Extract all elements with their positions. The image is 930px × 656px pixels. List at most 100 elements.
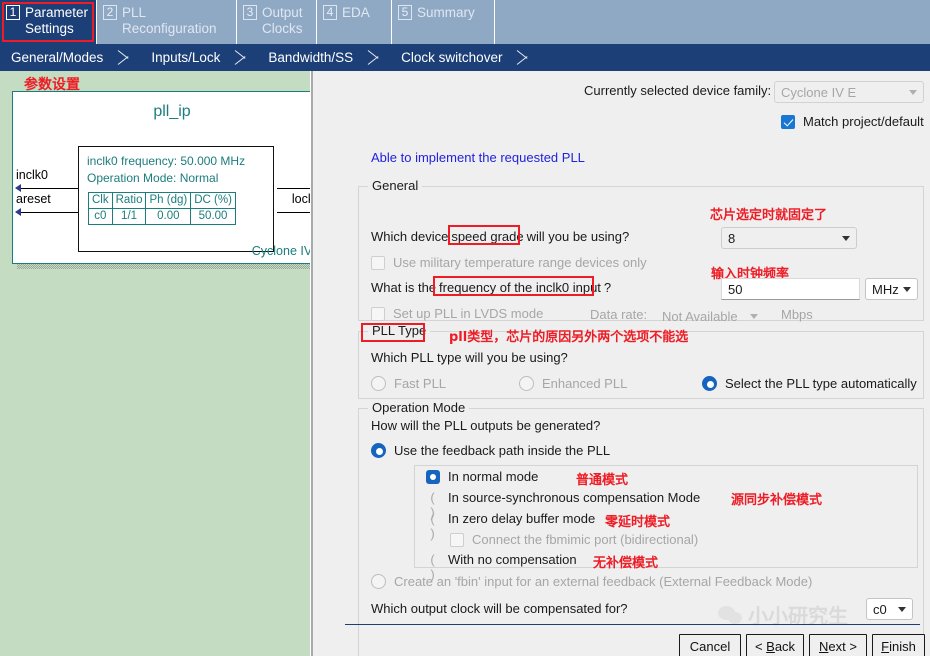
- feedback-internal-row[interactable]: Use the feedback path inside the PLL: [371, 443, 610, 458]
- speed-grade-question-pre: Which device: [371, 229, 449, 244]
- sub-tab-general-modes[interactable]: General/Modes: [0, 50, 112, 65]
- cancel-button[interactable]: Cancel: [679, 634, 741, 656]
- frequency-question-row: What is the frequency of the inclk0 inpu…: [371, 280, 611, 295]
- external-feedback-label: Create an 'fbin' input for an external f…: [394, 574, 813, 589]
- pll-type-option-fast[interactable]: Fast PLL: [371, 376, 446, 391]
- chevron-down-icon: [903, 287, 911, 292]
- mode-normal-radio[interactable]: [426, 469, 440, 484]
- mode-zero-delay-radio[interactable]: ( ): [426, 511, 440, 541]
- military-temperature-checkbox[interactable]: [371, 255, 385, 270]
- sub-tab-clock-switchover[interactable]: Clock switchover: [390, 50, 511, 65]
- sub-tab-strip: General/Modes Inputs/Lock Bandwidth/SS C…: [0, 44, 930, 71]
- chevron-right-icon: [362, 44, 390, 71]
- external-feedback-radio[interactable]: [371, 574, 386, 589]
- fast-pll-radio[interactable]: [371, 376, 386, 391]
- compensated-clock-value: c0: [873, 601, 887, 617]
- mode-no-compensation-row[interactable]: ( ) With no compensation: [426, 552, 576, 582]
- wizard-tab-strip: 1 Parameter Settings 2 PLL Reconfigurati…: [0, 0, 930, 44]
- back-button-label: < Back: [754, 638, 796, 654]
- data-rate-label: Data rate:: [590, 307, 648, 322]
- diagram-clock-table: Clk Ratio Ph (dg) DC (%) c0 1/1 0.00 50.…: [88, 192, 236, 225]
- mode-normal-row[interactable]: In normal mode: [426, 469, 538, 484]
- finish-button[interactable]: Finish: [872, 634, 925, 656]
- wizard-tab-number: 2: [103, 5, 117, 20]
- match-project-row[interactable]: Match project/default: [781, 114, 924, 129]
- lvds-label: Set up PLL in LVDS mode: [393, 306, 544, 321]
- diagram-arrowhead-areset: [15, 208, 21, 216]
- frequency-value: 50: [728, 281, 743, 297]
- data-rate-row: Data rate:: [590, 307, 647, 322]
- diagram-arrowhead-inclk0: [15, 184, 21, 192]
- mode-source-sync-radio[interactable]: ( ): [426, 490, 440, 520]
- sub-tab-inputs-lock[interactable]: Inputs/Lock: [140, 50, 229, 65]
- auto-pll-radio[interactable]: [702, 376, 717, 391]
- pll-type-option-auto[interactable]: Select the PLL type automatically: [702, 376, 917, 391]
- wizard-tab-output-clocks[interactable]: 3 Output Clocks: [237, 0, 317, 44]
- wizard-tab-label: Summary: [417, 5, 475, 20]
- fbmimic-label: Connect the fbmimic port (bidirectional): [472, 532, 699, 547]
- frequency-input[interactable]: 50: [721, 278, 860, 300]
- table-header-cell: Ph (dg): [145, 192, 192, 209]
- mode-source-sync-label: In source-synchronous compensation Mode: [448, 490, 701, 505]
- chevron-right-icon: [511, 44, 539, 71]
- next-button[interactable]: Next >: [809, 634, 867, 656]
- mode-zero-delay-label: In zero delay buffer mode: [448, 511, 596, 526]
- pll-type-option-enhanced[interactable]: Enhanced PLL: [519, 376, 627, 391]
- frequency-question-pre: What is the: [371, 280, 437, 295]
- fbmimic-row[interactable]: Connect the fbmimic port (bidirectional): [450, 532, 698, 547]
- pll-megawizard-window: 1 Parameter Settings 2 PLL Reconfigurati…: [0, 0, 930, 656]
- table-header-cell: Ratio: [111, 192, 147, 209]
- speed-grade-annotation: 芯片选定时就固定了: [710, 208, 828, 223]
- external-feedback-row[interactable]: Create an 'fbin' input for an external f…: [371, 574, 812, 589]
- compensated-clock-dropdown[interactable]: c0: [866, 598, 913, 620]
- fbmimic-checkbox[interactable]: [450, 532, 464, 547]
- wizard-tab-label: PLL Reconfiguration: [122, 5, 217, 36]
- mode-no-compensation-annotation: 无补偿模式: [593, 556, 659, 571]
- wizard-tab-number: 4: [323, 5, 337, 20]
- wizard-tab-parameter-settings[interactable]: 1 Parameter Settings: [0, 0, 97, 44]
- data-rate-dropdown[interactable]: Not Available: [656, 305, 764, 327]
- table-cell: 50.00: [190, 208, 236, 225]
- frequency-unit-dropdown[interactable]: MHz: [865, 278, 918, 300]
- frequency-unit-value: MHz: [872, 281, 899, 297]
- sub-tab-bandwidth-ss[interactable]: Bandwidth/SS: [257, 50, 362, 65]
- pll-type-question-row: Which PLL type will you be using?: [371, 350, 568, 365]
- military-temperature-row[interactable]: Use military temperature range devices o…: [371, 255, 647, 270]
- table-cell: 0.00: [145, 208, 192, 225]
- wizard-tab-strip-filler: [495, 0, 930, 44]
- feedback-internal-radio[interactable]: [371, 443, 386, 458]
- back-button[interactable]: < Back: [746, 634, 804, 656]
- general-groupbox: General: [358, 178, 924, 321]
- lvds-row[interactable]: Set up PLL in LVDS mode: [371, 306, 543, 321]
- diagram-info-frequency: inclk0 frequency: 50.000 MHz: [87, 154, 246, 168]
- data-rate-value: Not Available: [662, 308, 738, 324]
- auto-pll-label: Select the PLL type automatically: [725, 376, 917, 391]
- wizard-tab-label: Output Clocks: [262, 5, 303, 36]
- lvds-checkbox[interactable]: [371, 306, 385, 321]
- device-family-value: Cyclone IV E: [781, 84, 857, 100]
- wizard-tab-eda[interactable]: 4 EDA: [317, 0, 392, 44]
- wizard-tab-pll-reconfiguration[interactable]: 2 PLL Reconfiguration: [97, 0, 237, 44]
- chevron-right-icon: [229, 44, 257, 71]
- mode-zero-delay-row[interactable]: ( ) In zero delay buffer mode: [426, 511, 596, 541]
- diagram-port-locked: locked: [291, 192, 310, 206]
- next-button-label: Next >: [819, 638, 857, 654]
- cancel-button-label: Cancel: [689, 638, 731, 654]
- status-message: Able to implement the requested PLL: [371, 150, 585, 165]
- table-row: c0 1/1 0.00 50.00: [88, 208, 236, 225]
- pll-type-groupbox-title: PLL Type: [368, 323, 431, 338]
- device-family-dropdown[interactable]: Cyclone IV E: [774, 81, 924, 103]
- frequency-question-post: ?: [603, 280, 612, 295]
- diagram-info-mode: Operation Mode: Normal: [87, 171, 219, 185]
- block-diagram-panel: 参数设置 pll_ip inclk0 areset c0 locked incl…: [0, 71, 310, 656]
- wizard-tab-summary[interactable]: 5 Summary: [392, 0, 495, 44]
- speed-grade-dropdown[interactable]: 8: [721, 227, 857, 249]
- diagram-wire-locked: [277, 212, 310, 213]
- chevron-right-icon: [112, 44, 140, 71]
- mode-no-compensation-radio[interactable]: ( ): [426, 552, 440, 582]
- feedback-internal-label: Use the feedback path inside the PLL: [394, 443, 611, 458]
- wizard-tab-label: EDA: [342, 5, 370, 20]
- enhanced-pll-radio[interactable]: [519, 376, 534, 391]
- match-project-checkbox[interactable]: [781, 114, 795, 129]
- mode-source-sync-row[interactable]: ( ) In source-synchronous compensation M…: [426, 490, 701, 520]
